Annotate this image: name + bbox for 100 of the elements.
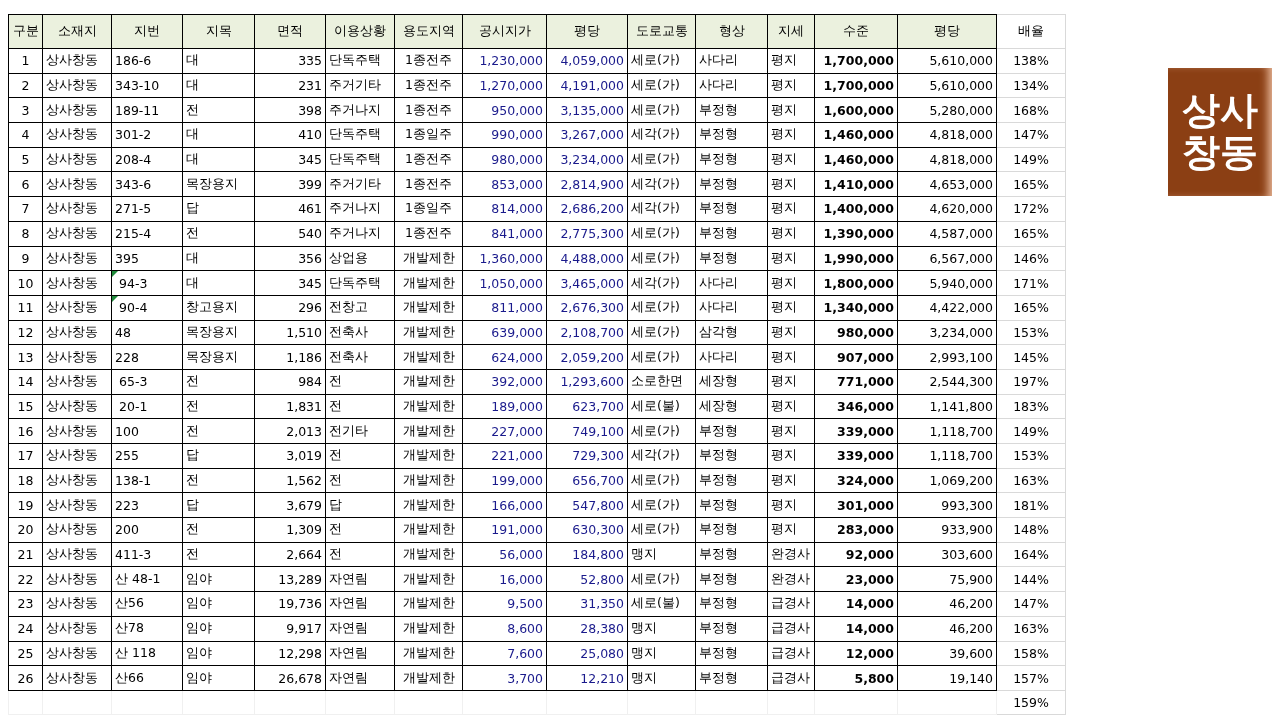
table-cell: 199,000 bbox=[462, 468, 547, 493]
table-cell: 평지 bbox=[767, 394, 815, 419]
table-cell: 223 bbox=[111, 492, 183, 518]
table-cell: 296 bbox=[254, 295, 326, 321]
table-cell: 24 bbox=[8, 616, 43, 641]
table-cell: 주거기타 bbox=[325, 73, 395, 98]
table-cell: 부정형 bbox=[695, 641, 768, 666]
table-cell: 343-10 bbox=[111, 73, 183, 98]
table-cell: 부정형 bbox=[695, 418, 768, 444]
table-cell: 상사창동 bbox=[42, 591, 112, 617]
table-cell: 623,700 bbox=[546, 394, 628, 419]
table-cell: 624,000 bbox=[462, 344, 547, 370]
table-cell: 개발제한 bbox=[394, 443, 463, 469]
table-cell: 1종전주 bbox=[394, 48, 463, 74]
table-cell: 1,118,700 bbox=[897, 443, 997, 469]
table-cell: 16,000 bbox=[462, 566, 547, 592]
table-cell: 547,800 bbox=[546, 492, 628, 518]
table-cell: 165% bbox=[996, 221, 1066, 246]
table-cell: 2,059,200 bbox=[546, 344, 628, 370]
table-cell: 2,544,300 bbox=[897, 369, 997, 395]
table-cell: 개발제한 bbox=[394, 468, 463, 493]
table-cell: 전 bbox=[325, 443, 395, 469]
table-cell: 전 bbox=[325, 369, 395, 395]
table-cell: 1,562 bbox=[254, 468, 326, 493]
table-cell: 395 bbox=[111, 246, 183, 271]
table-cell: 상사창동 bbox=[42, 171, 112, 197]
table-cell: 343-6 bbox=[111, 171, 183, 197]
table-cell: 6,567,000 bbox=[897, 246, 997, 271]
table-cell: 전 bbox=[182, 468, 255, 493]
table-cell: 5,940,000 bbox=[897, 270, 997, 296]
table-cell: 3,135,000 bbox=[546, 97, 628, 123]
table-cell: 평지 bbox=[767, 344, 815, 370]
table-cell: 자연림 bbox=[325, 591, 395, 617]
table-cell: 산56 bbox=[111, 591, 183, 617]
table-cell: 단독주택 bbox=[325, 48, 395, 74]
table-cell: 급경사 bbox=[767, 641, 815, 666]
table-cell: 990,000 bbox=[462, 122, 547, 148]
table-cell: 자연림 bbox=[325, 616, 395, 641]
table-cell: 세로(가) bbox=[627, 246, 696, 271]
table-cell: 339,000 bbox=[814, 418, 898, 444]
table-cell: 255 bbox=[111, 443, 183, 469]
table-cell: 세로(가) bbox=[627, 418, 696, 444]
table-cell: 26 bbox=[8, 665, 43, 691]
table-cell: 상사창동 bbox=[42, 196, 112, 222]
table-cell: 전 bbox=[325, 517, 395, 543]
table-cell: 399 bbox=[254, 171, 326, 197]
table-cell: 맹지 bbox=[627, 542, 696, 567]
table-cell: 부정형 bbox=[695, 443, 768, 469]
table-cell: 임야 bbox=[182, 641, 255, 666]
table-cell: 맹지 bbox=[627, 616, 696, 641]
table-cell: 1,118,700 bbox=[897, 418, 997, 444]
table-cell: 상사창동 bbox=[42, 344, 112, 370]
table-cell: 상사창동 bbox=[42, 468, 112, 493]
table-cell: 4 bbox=[8, 122, 43, 148]
table-cell: 811,000 bbox=[462, 295, 547, 321]
table-cell: 상사창동 bbox=[42, 443, 112, 469]
table-cell: 전 bbox=[325, 468, 395, 493]
table-cell: 392,000 bbox=[462, 369, 547, 395]
table-cell: 1,410,000 bbox=[814, 171, 898, 197]
table-cell: 7,600 bbox=[462, 641, 547, 666]
table-cell: 301-2 bbox=[111, 122, 183, 148]
table-cell: 16 bbox=[8, 418, 43, 444]
table-cell: 4,653,000 bbox=[897, 171, 997, 197]
table-cell: 4,818,000 bbox=[897, 147, 997, 172]
table-cell: 147% bbox=[996, 122, 1066, 148]
table-cell: 평지 bbox=[767, 48, 815, 74]
table-cell: 3,234,000 bbox=[897, 320, 997, 345]
table-cell: 183% bbox=[996, 394, 1066, 419]
table-cell: 2,814,900 bbox=[546, 171, 628, 197]
table-cell: 345 bbox=[254, 147, 326, 172]
table-cell: 197% bbox=[996, 369, 1066, 395]
table-cell: 평지 bbox=[767, 418, 815, 444]
table-cell: 평지 bbox=[767, 270, 815, 296]
table-cell: 9,500 bbox=[462, 591, 547, 617]
location-tag: 상사 창동 bbox=[1168, 68, 1272, 196]
table-cell: 개발제한 bbox=[394, 566, 463, 592]
table-cell: 개발제한 bbox=[394, 641, 463, 666]
table-cell: 3 bbox=[8, 97, 43, 123]
table-cell: 세로(가) bbox=[627, 320, 696, 345]
table-cell: 사다리 bbox=[695, 295, 768, 321]
table-cell: 자연림 bbox=[325, 641, 395, 666]
table-cell: 목장용지 bbox=[182, 344, 255, 370]
table-cell: 세로(가) bbox=[627, 295, 696, 321]
table-cell: 398 bbox=[254, 97, 326, 123]
table-cell: 19,140 bbox=[897, 665, 997, 691]
table-cell: 2,676,300 bbox=[546, 295, 628, 321]
table-cell: 전축사 bbox=[325, 344, 395, 370]
table-cell: 개발제한 bbox=[394, 542, 463, 567]
table-cell: 세로(불) bbox=[627, 394, 696, 419]
table-cell: 개발제한 bbox=[394, 591, 463, 617]
table-cell: 271-5 bbox=[111, 196, 183, 222]
table-cell: 1,400,000 bbox=[814, 196, 898, 222]
table-cell: 1,270,000 bbox=[462, 73, 547, 98]
table-cell: 상사창동 bbox=[42, 221, 112, 246]
table-cell: 145% bbox=[996, 344, 1066, 370]
table-cell: 전축사 bbox=[325, 320, 395, 345]
table-cell: 4,191,000 bbox=[546, 73, 628, 98]
table-cell: 세로(가) bbox=[627, 73, 696, 98]
table-cell: 164% bbox=[996, 542, 1066, 567]
table-cell: 9,917 bbox=[254, 616, 326, 641]
